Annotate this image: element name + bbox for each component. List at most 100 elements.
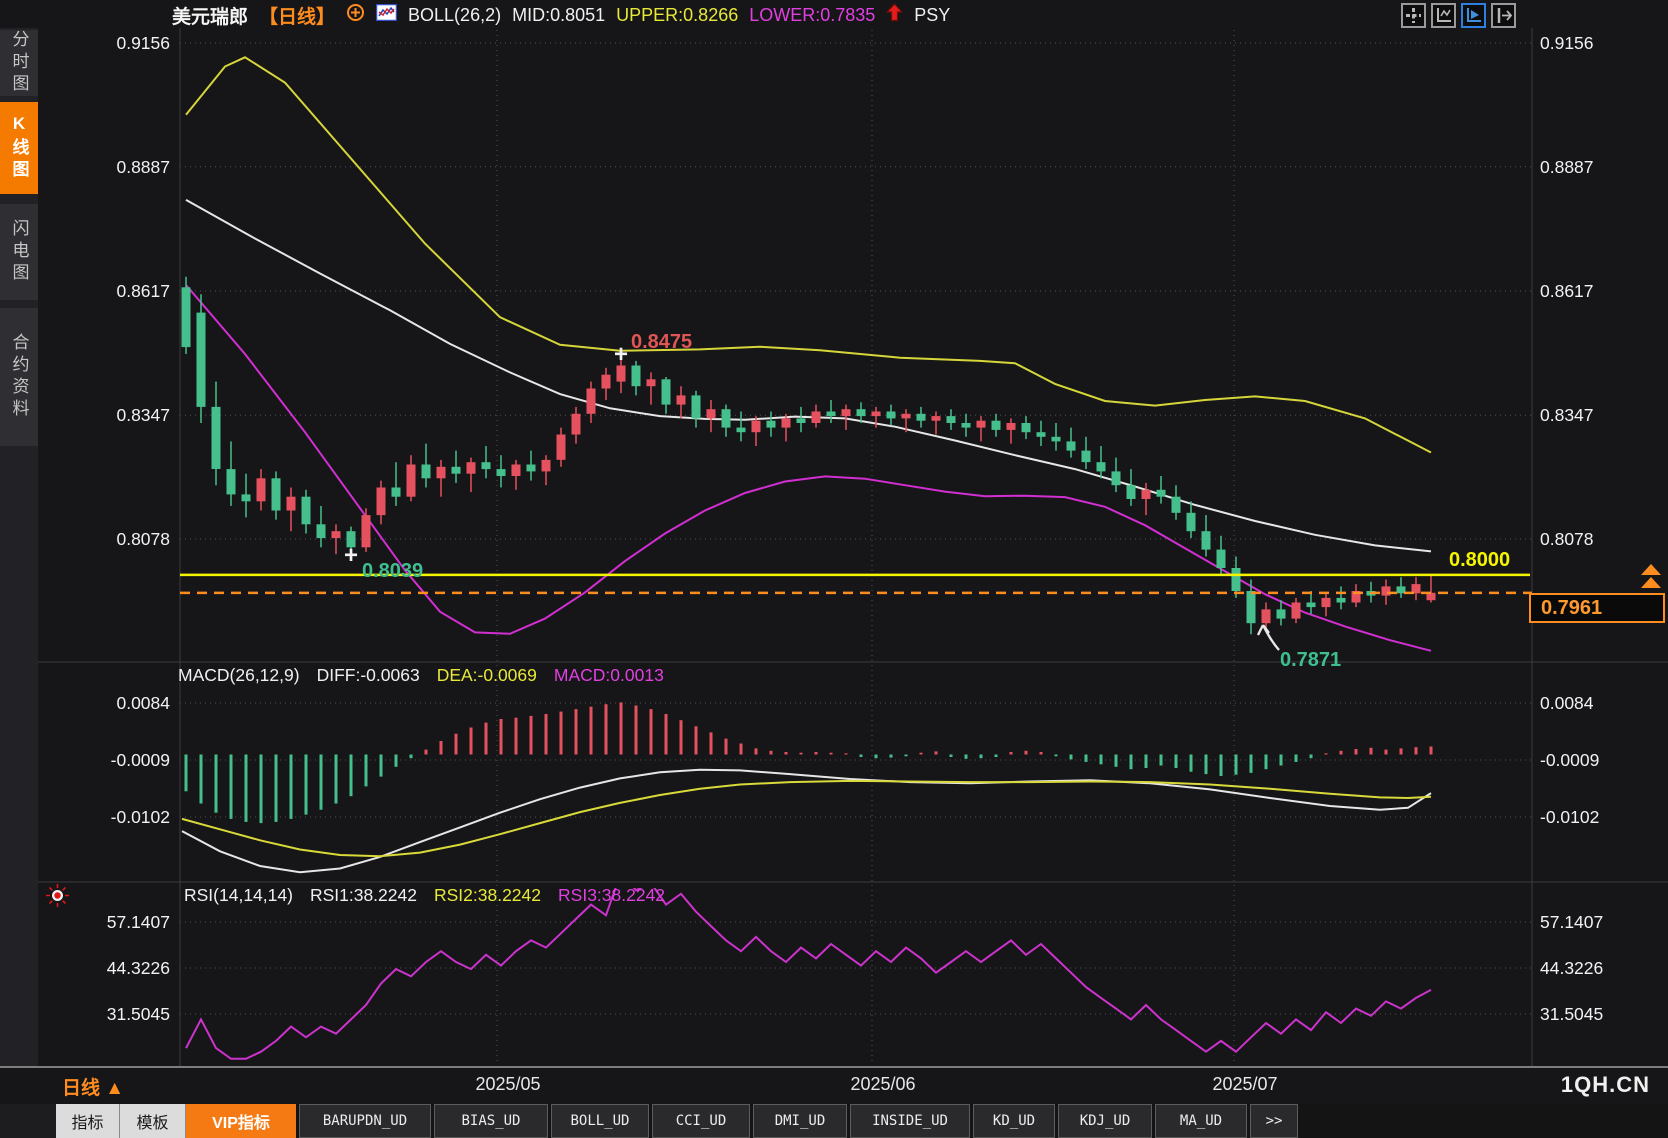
macd-bar [740, 744, 743, 755]
candle-body [197, 313, 206, 407]
axis-tick-label: 0.8617 [1540, 281, 1594, 301]
psy-indicator-label: PSY [914, 5, 950, 26]
candle-body [557, 435, 566, 460]
axis-tick-label: -0.0102 [111, 807, 170, 827]
bottom-tab-[interactable]: >> [1250, 1104, 1298, 1138]
bottom-tab-vip[interactable]: VIP指标 [186, 1104, 296, 1138]
candle-body [1382, 586, 1391, 595]
bottom-tab-kdjud[interactable]: KDJ_UD [1058, 1104, 1152, 1138]
lowest-price-label: 0.7871 [1280, 649, 1341, 672]
axis-tick-label: 0.8887 [1540, 157, 1594, 177]
bottom-tab-biasud[interactable]: BIAS_UD [434, 1104, 548, 1138]
macd-bar [1385, 750, 1388, 755]
macd-bar [755, 748, 758, 754]
bottom-tab-dmiud[interactable]: DMI_UD [753, 1104, 847, 1138]
bottom-tab-maud[interactable]: MA_UD [1155, 1104, 1247, 1138]
macd-bar [260, 755, 263, 824]
symbol-name: 美元瑞郎 [172, 2, 248, 29]
macd-bar [845, 753, 848, 754]
macd-bar [620, 702, 623, 754]
macd-bar [1055, 755, 1058, 757]
panel-exit-icon[interactable] [1491, 3, 1516, 28]
level-price-label: 0.8000 [1449, 549, 1510, 572]
macd-bar [1145, 755, 1148, 769]
boll-indicator-label: BOLL(26,2) [408, 5, 501, 26]
axis-tick-label: 0.9156 [116, 33, 170, 53]
macd-bar [680, 720, 683, 754]
low-cross-marker: + [344, 542, 358, 570]
macd-bar [590, 707, 593, 755]
candle-body [947, 416, 956, 423]
macd-bar [605, 704, 608, 754]
candle-body [272, 478, 281, 510]
candle-body [1112, 471, 1121, 485]
red-up-arrow-icon [886, 3, 903, 27]
macd-bar [455, 734, 458, 755]
boll-lower-value: LOWER:0.7835 [749, 5, 875, 26]
candle-body [1232, 568, 1241, 591]
target-icon[interactable] [44, 882, 71, 914]
macd-bar [1415, 747, 1418, 754]
candle-body [797, 418, 806, 423]
macd-bar [650, 709, 653, 754]
candle-body [1052, 437, 1061, 442]
candle-body [377, 488, 386, 516]
view-toolbar [1401, 3, 1516, 28]
macd-bar [860, 755, 863, 758]
boll-mid-value: MID:0.8051 [512, 5, 605, 26]
bottom-tab-[interactable]: 指标 [56, 1104, 120, 1138]
candle-body [1217, 550, 1226, 568]
x-axis-date-label: 2025/05 [475, 1074, 540, 1095]
axes-histogram-icon[interactable] [1431, 3, 1456, 28]
macd-bar [875, 755, 878, 759]
bottom-tab-barupdnud[interactable]: BARUPDN_UD [299, 1104, 431, 1138]
x-axis-date-label: 2025/07 [1212, 1074, 1277, 1095]
chart-canvas[interactable]: 0.91560.91560.88870.88870.86170.86170.83… [0, 0, 1668, 1138]
macd-bar [290, 755, 293, 819]
bottom-tab-bollud[interactable]: BOLL_UD [551, 1104, 649, 1138]
candle-body [362, 515, 371, 547]
indicator-mini-chart-icon[interactable] [376, 4, 397, 26]
macd-bar [545, 714, 548, 755]
sidebar-tab-3[interactable]: 闪电图 [0, 204, 38, 300]
sidebar-tab-4[interactable]: 合约资料 [0, 308, 38, 446]
macd-bar [1190, 755, 1193, 772]
candle-body [1292, 603, 1301, 619]
sidebar-tab-1[interactable]: 分时图 [0, 30, 38, 96]
candle-body [782, 418, 791, 427]
axis-tick-label: 44.3226 [1540, 958, 1603, 978]
period-selector[interactable]: 日线 ▲ [62, 1073, 124, 1100]
rsi-title-and-rsi1: RSI(14,14,14) [184, 885, 293, 906]
macd-bar [530, 716, 533, 755]
grid-plus-icon[interactable] [1401, 3, 1426, 28]
candle-body [1322, 598, 1331, 607]
candle-body [842, 409, 851, 416]
axes-play-icon[interactable] [1461, 3, 1486, 28]
bottom-tab-cciud[interactable]: CCI_UD [652, 1104, 750, 1138]
macd-bar [560, 712, 563, 755]
circle-plus-icon[interactable] [346, 3, 365, 27]
macd-bar [770, 751, 773, 755]
sidebar-tab-2[interactable]: K线图 [0, 102, 38, 194]
macd-bar [305, 755, 308, 815]
x-axis-date-label: 2025/06 [850, 1074, 915, 1095]
high-price-label: 0.8475 [631, 331, 692, 354]
candle-body [542, 460, 551, 472]
rsi-pane-header: RSI(14,14,14) RSI1:38.2242 RSI2:38.2242 … [184, 885, 665, 906]
macd-bar [515, 718, 518, 755]
macd-bar [920, 753, 923, 755]
macd-bar [395, 755, 398, 767]
candle-body [332, 531, 341, 538]
candle-body [647, 379, 656, 386]
candle-body [227, 469, 236, 494]
macd-bar [635, 706, 638, 755]
double-up-arrow-icon[interactable] [1640, 563, 1662, 596]
bottom-tab-kdud[interactable]: KD_UD [973, 1104, 1055, 1138]
candle-body [437, 467, 446, 479]
bottom-tab-insideud[interactable]: INSIDE_UD [850, 1104, 970, 1138]
macd-diff-value: DIFF:-0.0063 [317, 665, 420, 686]
candle-body [992, 421, 1001, 430]
candle-body [392, 488, 401, 497]
low-arrow-marker [1256, 622, 1282, 657]
bottom-tab-[interactable]: 模板 [120, 1104, 186, 1138]
